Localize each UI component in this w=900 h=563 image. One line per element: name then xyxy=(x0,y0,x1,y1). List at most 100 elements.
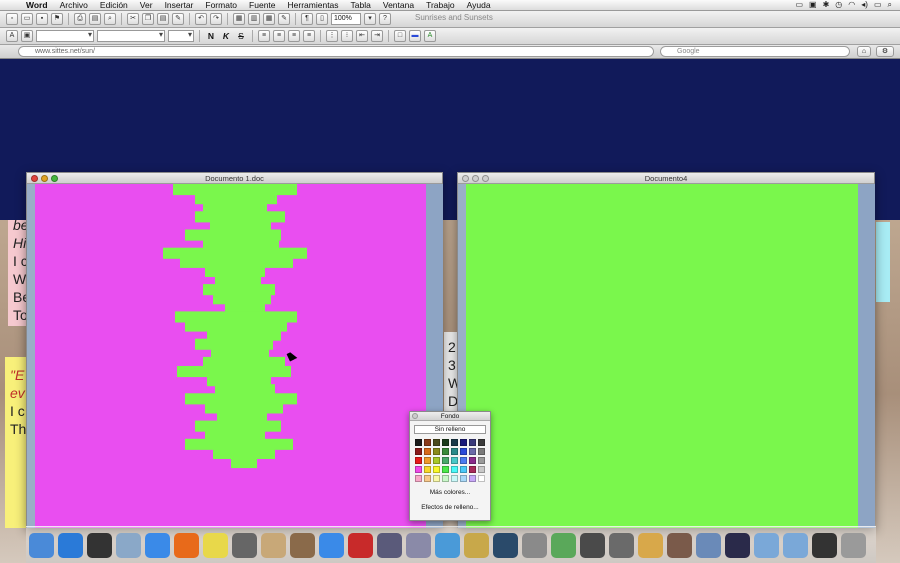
styles-icon[interactable]: A xyxy=(6,30,18,42)
color-swatch[interactable] xyxy=(433,466,440,473)
font-select[interactable] xyxy=(97,30,165,42)
color-swatch[interactable] xyxy=(451,475,458,482)
help-icon[interactable]: ? xyxy=(379,13,391,25)
time-machine-icon[interactable] xyxy=(493,532,518,558)
bold-button[interactable]: N xyxy=(205,31,217,41)
menu-edicion[interactable]: Edición xyxy=(94,0,134,10)
format-painter-icon[interactable]: ✎ xyxy=(172,13,184,25)
align-left-icon[interactable]: ≡ xyxy=(258,30,270,42)
hands-icon[interactable] xyxy=(435,532,460,558)
cut-icon[interactable]: ✂ xyxy=(127,13,139,25)
menu-tabla[interactable]: Tabla xyxy=(345,0,377,10)
documents-folder-icon[interactable] xyxy=(783,532,808,558)
color-swatch[interactable] xyxy=(433,475,440,482)
color-swatch[interactable] xyxy=(433,448,440,455)
document1-window[interactable]: Documento 1.doc xyxy=(26,172,443,528)
document1-page[interactable] xyxy=(35,184,426,528)
more-colors-button[interactable]: Más colores... xyxy=(410,489,490,496)
color-swatch[interactable] xyxy=(442,448,449,455)
color-swatch[interactable] xyxy=(469,439,476,446)
spreadsheet-icon[interactable]: ▦ xyxy=(263,13,275,25)
document1-titlebar[interactable]: Documento 1.doc xyxy=(27,173,442,184)
color-swatch[interactable] xyxy=(442,466,449,473)
color-swatch[interactable] xyxy=(451,448,458,455)
color-swatch[interactable] xyxy=(460,439,467,446)
redo-icon[interactable]: ↷ xyxy=(210,13,222,25)
color-swatch[interactable] xyxy=(469,466,476,473)
close-icon[interactable] xyxy=(412,413,418,419)
menu-insertar[interactable]: Insertar xyxy=(159,0,200,10)
color-swatch[interactable] xyxy=(469,475,476,482)
align-right-icon[interactable]: ≡ xyxy=(288,30,300,42)
undo-icon[interactable]: ↶ xyxy=(195,13,207,25)
zoom-dropdown-icon[interactable]: ▾ xyxy=(364,13,376,25)
font-color-icon[interactable]: A xyxy=(424,30,436,42)
color-swatch[interactable] xyxy=(469,448,476,455)
app-store-icon[interactable] xyxy=(58,532,83,558)
strike-button[interactable]: S xyxy=(235,31,247,41)
borders-icon[interactable]: □ xyxy=(394,30,406,42)
color-swatch[interactable] xyxy=(442,475,449,482)
window-icon[interactable]: ▭ xyxy=(795,0,803,10)
spotlight-icon[interactable]: ⌕ xyxy=(888,0,892,10)
document4-window[interactable]: Documento4 xyxy=(457,172,875,528)
fill-effects-button[interactable]: Efectos de relleno... xyxy=(410,504,490,511)
menu-ver[interactable]: Ver xyxy=(134,0,159,10)
video-icon[interactable] xyxy=(725,532,750,558)
display-icon[interactable]: ▣ xyxy=(809,0,817,10)
copy-icon[interactable]: ❐ xyxy=(142,13,154,25)
itunes-icon[interactable] xyxy=(319,532,344,558)
color-swatch[interactable] xyxy=(415,448,422,455)
align-center-icon[interactable]: ≡ xyxy=(273,30,285,42)
no-fill-button[interactable]: Sin relleno xyxy=(414,425,486,434)
color-swatch[interactable] xyxy=(415,439,422,446)
justify-icon[interactable]: ≡ xyxy=(303,30,315,42)
font-size-select[interactable] xyxy=(168,30,194,42)
paste-icon[interactable]: ▤ xyxy=(157,13,169,25)
pilcrow-icon[interactable]: ¶ xyxy=(301,13,313,25)
color-swatch[interactable] xyxy=(424,448,431,455)
printer-icon[interactable] xyxy=(609,532,634,558)
color-swatch[interactable] xyxy=(460,457,467,464)
search-field[interactable]: Google xyxy=(660,46,850,57)
italic-button[interactable]: K xyxy=(220,31,232,41)
garageband-icon[interactable] xyxy=(464,532,489,558)
volume-icon[interactable]: ◂) xyxy=(861,0,868,10)
bulleted-list-icon[interactable]: ⁝ xyxy=(341,30,353,42)
firefox-icon[interactable] xyxy=(174,532,199,558)
color-swatch[interactable] xyxy=(460,475,467,482)
menu-formato[interactable]: Formato xyxy=(199,0,243,10)
flag-icon[interactable]: ⚑ xyxy=(51,13,63,25)
red-book-icon[interactable] xyxy=(348,532,373,558)
style-select[interactable] xyxy=(36,30,94,42)
menu-word[interactable]: Word xyxy=(20,0,54,10)
time-machine-menu-icon[interactable]: ◷ xyxy=(835,0,842,10)
scanner-icon[interactable] xyxy=(580,532,605,558)
music-icon[interactable] xyxy=(812,532,837,558)
trash-icon[interactable] xyxy=(841,532,866,558)
color-swatch[interactable] xyxy=(460,448,467,455)
color-swatch[interactable] xyxy=(442,457,449,464)
color-swatch[interactable] xyxy=(415,475,422,482)
green-shape[interactable] xyxy=(35,184,426,528)
menu-ayuda[interactable]: Ayuda xyxy=(461,0,497,10)
color-swatch[interactable] xyxy=(415,466,422,473)
palette-titlebar[interactable]: Fondo xyxy=(410,412,490,421)
settings-icon[interactable]: ⚙ xyxy=(876,46,894,57)
menu-ventana[interactable]: Ventana xyxy=(377,0,420,10)
photo-booth-icon[interactable] xyxy=(406,532,431,558)
mail-icon[interactable] xyxy=(696,532,721,558)
menu-fuente[interactable]: Fuente xyxy=(243,0,281,10)
color-swatch[interactable] xyxy=(424,466,431,473)
drawing-icon[interactable]: ✎ xyxy=(278,13,290,25)
sidebar-icon[interactable]: ▯ xyxy=(316,13,328,25)
insert-table-icon[interactable]: ▦ xyxy=(233,13,245,25)
save-icon[interactable]: ▪ xyxy=(36,13,48,25)
color-swatch[interactable] xyxy=(478,475,485,482)
color-swatch[interactable] xyxy=(424,475,431,482)
preview-icon[interactable] xyxy=(116,532,141,558)
document4-titlebar[interactable]: Documento4 xyxy=(458,173,874,184)
color-swatch[interactable] xyxy=(433,457,440,464)
stickies-icon[interactable] xyxy=(203,532,228,558)
menu-herramientas[interactable]: Herramientas xyxy=(282,0,345,10)
